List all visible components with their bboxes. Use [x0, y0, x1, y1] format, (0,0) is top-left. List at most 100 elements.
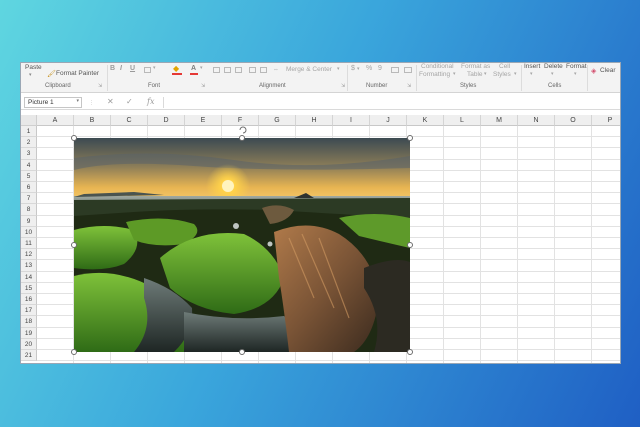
resize-handle-bottom-left[interactable] [71, 349, 77, 355]
conditional-formatting-label-2[interactable]: Formatting [419, 71, 450, 78]
conditional-formatting-dropdown-icon[interactable]: ▾ [453, 71, 456, 77]
resize-handle-top-right[interactable] [407, 135, 413, 141]
cell-styles-label-2[interactable]: Styles [493, 71, 511, 78]
spreadsheet-grid[interactable]: ABCDEFGHIJKLMNOP 1 2 3 4 5 6 7 8 9 10 11 12 13 14 15 16… [21, 115, 620, 363]
row-header-18[interactable]: 18 [21, 316, 37, 328]
column-header-d[interactable]: D [148, 115, 185, 126]
column-header-j[interactable]: J [370, 115, 407, 126]
fill-color-icon[interactable]: ◆ [173, 64, 179, 73]
name-box-dropdown-icon[interactable]: ▾ [76, 98, 79, 104]
insert-function-icon[interactable]: fx [147, 97, 154, 106]
formula-input[interactable] [163, 97, 618, 108]
font-color-button[interactable]: A [191, 65, 196, 72]
row-header-1[interactable]: 1 [21, 126, 37, 138]
format-as-table-dropdown-icon[interactable]: ▾ [484, 71, 487, 77]
merge-center-button[interactable]: Merge & Center [286, 66, 332, 73]
currency-button[interactable]: $ [351, 65, 355, 72]
row-header-17[interactable]: 17 [21, 305, 37, 317]
row-header-13[interactable]: 13 [21, 260, 37, 272]
more-options-icon: ⋮ [89, 100, 94, 106]
row-header-6[interactable]: 6 [21, 182, 37, 194]
increase-decimal-icon[interactable] [391, 67, 399, 73]
cancel-icon[interactable]: ✕ [107, 97, 114, 106]
column-header-b[interactable]: B [74, 115, 111, 126]
row-header-12[interactable]: 12 [21, 249, 37, 261]
row-header-9[interactable]: 9 [21, 215, 37, 227]
enter-icon[interactable]: ✓ [126, 97, 133, 106]
name-box[interactable]: Picture 1 ▾ [24, 97, 82, 108]
increase-indent-icon[interactable] [260, 67, 267, 73]
resize-handle-top-left[interactable] [71, 135, 77, 141]
column-header-k[interactable]: K [407, 115, 444, 126]
clear-button[interactable]: Clear [600, 67, 616, 74]
merge-dropdown-icon[interactable]: ▾ [337, 66, 340, 72]
rotate-handle-icon[interactable] [238, 125, 248, 135]
font-launcher-icon[interactable]: ⇲ [201, 83, 205, 89]
paste-button[interactable]: Paste [25, 64, 42, 71]
resize-handle-bottom-center[interactable] [239, 349, 245, 355]
inserted-picture[interactable] [74, 138, 410, 352]
cell-styles-dropdown-icon[interactable]: ▾ [514, 71, 517, 77]
paste-dropdown-icon[interactable]: ▾ [29, 72, 32, 78]
conditional-formatting-label-1[interactable]: Conditional [421, 63, 454, 70]
row-header-11[interactable]: 11 [21, 238, 37, 250]
comma-style-button[interactable]: 9 [378, 65, 382, 72]
borders-icon[interactable] [144, 67, 151, 73]
align-right-icon[interactable] [235, 67, 242, 73]
italic-button[interactable]: I [120, 65, 122, 72]
resize-handle-bottom-right[interactable] [407, 349, 413, 355]
format-painter-button[interactable]: Format Painter [56, 70, 99, 77]
column-header-n[interactable]: N [518, 115, 555, 126]
column-header-c[interactable]: C [111, 115, 148, 126]
row-header-15[interactable]: 15 [21, 282, 37, 294]
column-header-m[interactable]: M [481, 115, 518, 126]
ribbon-separator [347, 65, 348, 91]
column-header-p[interactable]: P [592, 115, 620, 126]
resize-handle-middle-right[interactable] [407, 242, 413, 248]
decrease-indent-icon[interactable] [249, 67, 256, 73]
clipboard-launcher-icon[interactable]: ⇲ [98, 83, 102, 89]
currency-dropdown-icon[interactable]: ▾ [357, 66, 360, 72]
row-header-16[interactable]: 16 [21, 294, 37, 306]
insert-dropdown-icon[interactable]: ▾ [530, 71, 533, 77]
cell-styles-label-1[interactable]: Cell [499, 63, 510, 70]
format-button[interactable]: Format [566, 63, 587, 70]
column-header-i[interactable]: I [333, 115, 370, 126]
resize-handle-top-center[interactable] [239, 135, 245, 141]
row-header-21[interactable]: 21 [21, 350, 37, 362]
row-header-5[interactable]: 5 [21, 170, 37, 182]
row-header-10[interactable]: 10 [21, 226, 37, 238]
font-color-dropdown-icon[interactable]: ▾ [200, 65, 203, 71]
bold-button[interactable]: B [110, 65, 115, 72]
underline-button[interactable]: U [130, 65, 135, 72]
row-header-14[interactable]: 14 [21, 271, 37, 283]
alignment-launcher-icon[interactable]: ⇲ [341, 83, 345, 89]
decrease-decimal-icon[interactable] [404, 67, 412, 73]
format-as-table-label-2[interactable]: Table [467, 71, 483, 78]
format-dropdown-icon[interactable]: ▾ [574, 71, 577, 77]
row-header-7[interactable]: 7 [21, 193, 37, 205]
column-header-g[interactable]: G [259, 115, 296, 126]
delete-button[interactable]: Delete [544, 63, 563, 70]
borders-dropdown-icon[interactable]: ▾ [153, 65, 156, 71]
column-header-e[interactable]: E [185, 115, 222, 126]
column-header-a[interactable]: A [37, 115, 74, 126]
align-left-icon[interactable] [213, 67, 220, 73]
row-header-2[interactable]: 2 [21, 137, 37, 149]
column-header-l[interactable]: L [444, 115, 481, 126]
percent-button[interactable]: % [366, 65, 372, 72]
row-header-8[interactable]: 8 [21, 204, 37, 216]
column-header-h[interactable]: H [296, 115, 333, 126]
format-as-table-label-1[interactable]: Format as [461, 63, 490, 70]
align-center-icon[interactable] [224, 67, 231, 73]
delete-dropdown-icon[interactable]: ▾ [551, 71, 554, 77]
select-all-corner[interactable] [21, 115, 37, 126]
row-header-4[interactable]: 4 [21, 159, 37, 171]
resize-handle-middle-left[interactable] [71, 242, 77, 248]
row-header-3[interactable]: 3 [21, 148, 37, 160]
row-header-19[interactable]: 19 [21, 327, 37, 339]
insert-button[interactable]: Insert [524, 63, 540, 70]
row-header-20[interactable]: 20 [21, 338, 37, 350]
column-header-o[interactable]: O [555, 115, 592, 126]
number-launcher-icon[interactable]: ⇲ [407, 83, 411, 89]
